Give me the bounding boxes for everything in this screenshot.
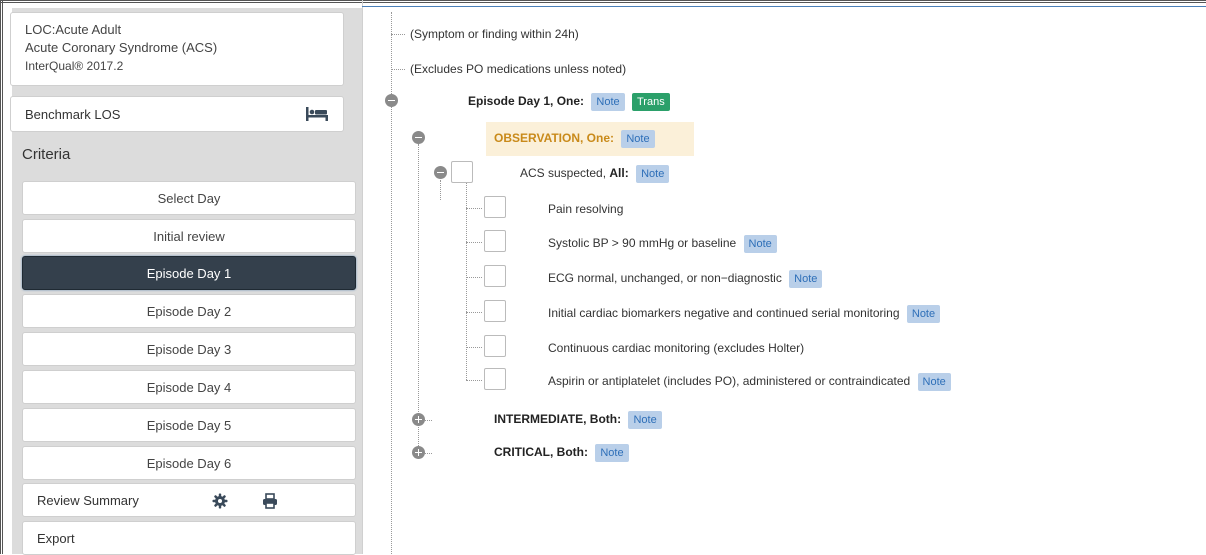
note-button[interactable]: Note: [789, 270, 823, 288]
loc-panel: LOC:Acute Adult Acute Coronary Syndrome …: [10, 12, 344, 86]
criterion-checkbox[interactable]: [484, 265, 506, 287]
nav-episode-day-6[interactable]: Episode Day 6: [22, 446, 356, 480]
acs-label: ACS suspected,: [520, 166, 610, 181]
criterion-checkbox[interactable]: [484, 230, 506, 252]
preamble-excludes: (Excludes PO medications unless noted): [410, 62, 627, 76]
collapse-icon[interactable]: [434, 166, 447, 179]
criterion-checkbox[interactable]: [484, 335, 506, 357]
note-button[interactable]: Note: [591, 93, 625, 111]
tree-connector: [466, 242, 482, 243]
acs-all-label: All:: [609, 166, 629, 181]
intermediate-node: INTERMEDIATE, Both: Note: [494, 411, 662, 429]
tree-connector: [466, 208, 482, 209]
criterion-item: ECG normal, unchanged, or non−diagnostic…: [548, 270, 823, 288]
critical-label: CRITICAL, Both:: [494, 445, 588, 460]
note-button[interactable]: Note: [595, 444, 629, 462]
criterion-checkbox[interactable]: [484, 368, 506, 390]
nav-initial-review[interactable]: Initial review: [22, 219, 356, 253]
note-button[interactable]: Note: [621, 130, 655, 148]
condition-line: Acute Coronary Syndrome (ACS): [25, 40, 218, 55]
criteria-tree: (Symptom or finding within 24h) (Exclude…: [362, 0, 1206, 554]
window-frame-left: [0, 0, 6, 554]
note-button[interactable]: Note: [628, 411, 662, 429]
tree-connector: [391, 107, 392, 554]
export-label: Export: [37, 530, 75, 546]
episode-day-label: Episode Day 1, One:: [468, 94, 585, 109]
criterion-checkbox[interactable]: [484, 196, 506, 218]
review-summary-row[interactable]: Review Summary: [22, 483, 356, 517]
nav-episode-day-2[interactable]: Episode Day 2: [22, 294, 356, 328]
collapse-icon[interactable]: [412, 131, 425, 144]
intermediate-label: INTERMEDIATE, Both:: [494, 412, 622, 427]
nav-episode-day-1[interactable]: Episode Day 1: [22, 256, 356, 290]
note-button[interactable]: Note: [906, 305, 941, 323]
tree-connector: [466, 277, 482, 278]
acs-checkbox[interactable]: [451, 161, 473, 183]
nav-episode-day-3[interactable]: Episode Day 3: [22, 332, 356, 366]
collapse-icon[interactable]: [385, 94, 398, 107]
observation-label: OBSERVATION, One:: [494, 131, 615, 146]
criterion-item: Continuous cardiac monitoring (excludes …: [548, 340, 804, 356]
version-line: InterQual® 2017.2: [25, 59, 124, 73]
expand-icon[interactable]: [412, 413, 425, 426]
expand-icon[interactable]: [412, 446, 425, 459]
note-button[interactable]: Note: [917, 373, 951, 391]
observation-node: OBSERVATION, One: Note: [494, 130, 655, 148]
critical-node: CRITICAL, Both: Note: [494, 444, 629, 462]
tree-connector: [391, 34, 405, 35]
print-icon[interactable]: [261, 492, 279, 510]
tree-connector: [391, 12, 392, 98]
benchmark-los-label: Benchmark LOS: [25, 106, 121, 122]
benchmark-los-row[interactable]: Benchmark LOS: [10, 96, 344, 132]
tree-connector: [418, 144, 419, 454]
criteria-header: Criteria: [22, 145, 71, 163]
nav-episode-day-4[interactable]: Episode Day 4: [22, 370, 356, 404]
review-summary-label: Review Summary: [37, 492, 139, 508]
criterion-text: Systolic BP > 90 mmHg or baseline: [548, 236, 737, 251]
tree-connector: [466, 380, 482, 381]
export-row[interactable]: Export: [22, 521, 356, 555]
select-day-item[interactable]: Select Day: [22, 181, 356, 215]
tree-connector: [466, 312, 482, 313]
criterion-text: ECG normal, unchanged, or non−diagnostic: [548, 271, 782, 286]
tree-connector: [440, 180, 441, 200]
acs-node: ACS suspected, All: Note: [520, 165, 670, 183]
tree-connector: [466, 182, 467, 380]
preamble-symptom: (Symptom or finding within 24h): [410, 27, 579, 41]
gear-icon[interactable]: [211, 492, 229, 510]
criterion-item: Aspirin or antiplatelet (includes PO), a…: [548, 373, 951, 391]
criterion-text: Aspirin or antiplatelet (includes PO), a…: [548, 374, 911, 389]
criterion-text: Continuous cardiac monitoring (excludes …: [548, 341, 805, 355]
trans-button[interactable]: Trans: [631, 93, 670, 111]
note-button[interactable]: Note: [743, 235, 777, 253]
criterion-item: Systolic BP > 90 mmHg or baseline Note: [548, 235, 777, 253]
criterion-checkbox[interactable]: [484, 300, 506, 322]
tree-connector: [391, 69, 405, 70]
criterion-item: Initial cardiac biomarkers negative and …: [548, 305, 941, 323]
note-button[interactable]: Note: [636, 165, 670, 183]
criterion-text: Pain resolving: [548, 202, 624, 216]
criterion-text: Initial cardiac biomarkers negative and …: [548, 306, 900, 321]
bed-icon[interactable]: [305, 106, 329, 122]
episode-day-node: Episode Day 1, One: Note Trans: [468, 93, 670, 111]
nav-episode-day-5[interactable]: Episode Day 5: [22, 408, 356, 442]
loc-line: LOC:Acute Adult: [25, 22, 122, 37]
criterion-item: Pain resolving: [548, 201, 623, 217]
tree-connector: [466, 347, 482, 348]
